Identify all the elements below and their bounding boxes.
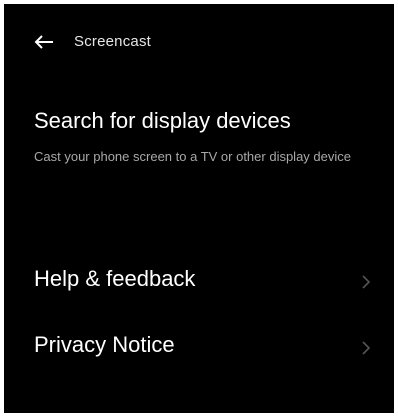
screencast-screen: Screencast Search for display devices Ca… [4,4,394,413]
page-title: Screencast [74,33,152,50]
top-app-bar: Screencast [4,26,394,58]
chevron-right-icon [360,274,372,290]
privacy-notice-label: Privacy Notice [34,332,175,357]
help-feedback-item[interactable]: Help & feedback [4,256,394,308]
search-display-devices-title: Search for display devices [34,108,291,133]
privacy-notice-item[interactable]: Privacy Notice [4,322,394,374]
back-button[interactable] [26,26,62,58]
help-feedback-label: Help & feedback [34,266,196,291]
search-display-devices-description: Cast your phone screen to a TV or other … [34,149,351,164]
search-display-devices-item[interactable]: Search for display devices Cast your pho… [4,106,394,201]
arrow-left-icon [34,34,54,50]
chevron-right-icon [360,340,372,356]
